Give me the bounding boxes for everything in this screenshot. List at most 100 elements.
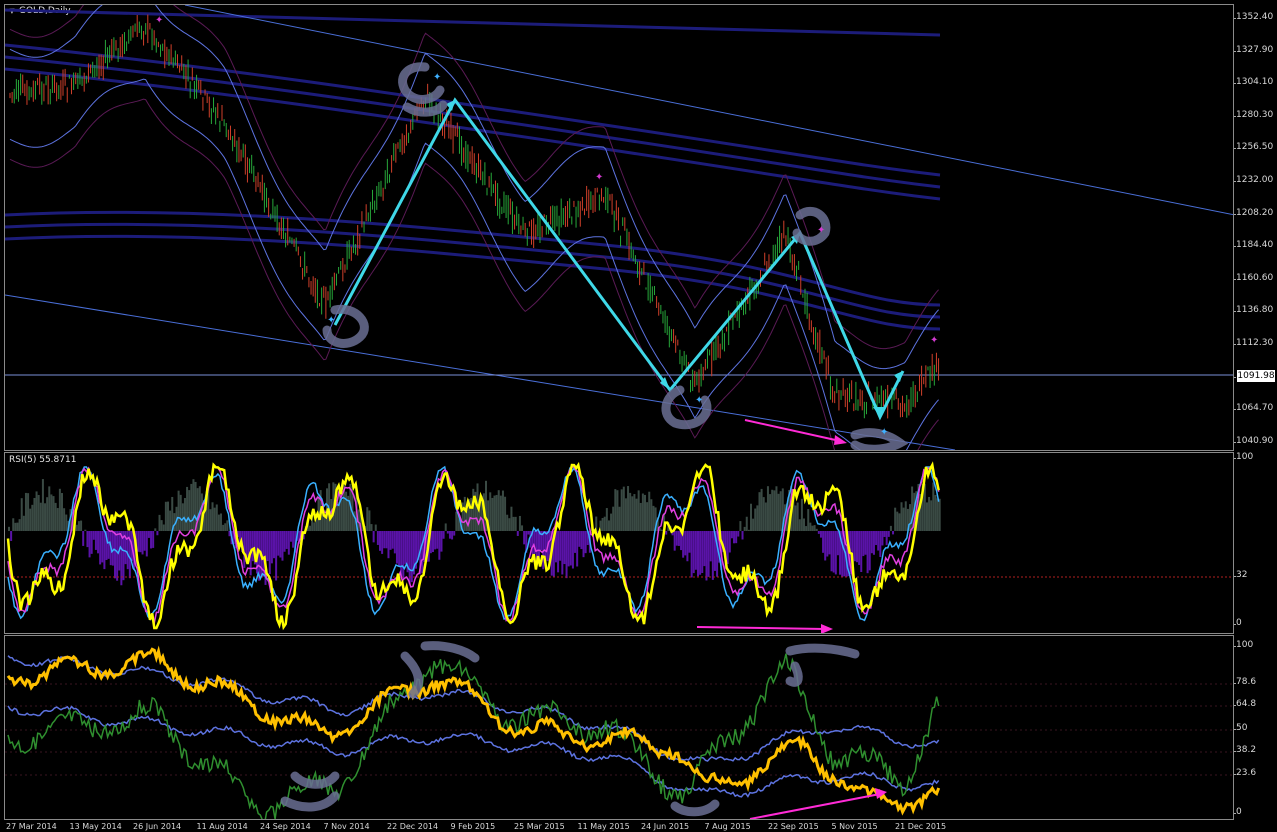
stoch-pane[interactable]	[4, 635, 1234, 820]
rsi-histogram-bar	[807, 509, 810, 531]
rsi-histogram-bar	[504, 496, 507, 531]
rsi-histogram-bar	[747, 529, 750, 531]
rsi-histogram-bar	[646, 502, 649, 531]
rsi-pane[interactable]: RSI(5) 55.8711	[4, 452, 1234, 634]
pen-mark	[785, 643, 860, 659]
rsi-histogram-bar	[697, 531, 699, 577]
rsi-histogram-bar	[56, 508, 59, 531]
rsi-histogram-bar	[660, 529, 663, 531]
pen-mark	[670, 799, 720, 817]
signal-marker: ✦	[155, 15, 163, 26]
rsi-histogram-bar	[819, 531, 822, 538]
rsi-histogram-bar	[866, 531, 869, 574]
rsi-histogram-bar	[345, 491, 348, 531]
rsi-histogram-bar	[213, 507, 216, 531]
rsi-histogram-bar	[885, 531, 888, 546]
rsi-histogram-bar	[61, 493, 63, 531]
rsi-histogram-bar	[711, 531, 714, 580]
rsi-histogram-bar	[559, 531, 562, 561]
rsi-histogram-bar	[508, 518, 511, 531]
date-tick: 13 May 2014	[69, 822, 122, 831]
rsi-histogram-bar	[754, 508, 757, 531]
price-axis-tick: 1256.50	[1234, 142, 1274, 153]
rsi-histogram-bar	[605, 508, 608, 531]
date-tick: 5 Nov 2015	[831, 822, 878, 831]
rsi-histogram-bar	[374, 524, 377, 531]
price-axis-tick: 1208.20	[1234, 207, 1274, 218]
rsi-histogram-bar	[37, 494, 40, 531]
rsi-histogram-bar	[48, 486, 51, 531]
rsi-histogram-bar	[824, 531, 827, 561]
rsi-histogram-bar	[287, 531, 290, 555]
rsi-histogram-bar	[578, 531, 581, 547]
price-axis-tick: 1040.90	[1234, 435, 1274, 446]
rsi-histogram-bar	[275, 531, 278, 581]
rsi-histogram-bar	[385, 531, 388, 549]
rsi-histogram-bar	[832, 531, 835, 573]
price-axis-tick: 1352.40	[1234, 12, 1274, 22]
rsi-histogram-bar	[281, 531, 284, 561]
rsi-histogram-bar	[773, 490, 776, 531]
rsi-histogram-bar	[495, 494, 498, 531]
rsi-histogram-bar	[497, 490, 500, 531]
rsi-histogram-bar	[436, 531, 439, 549]
rsi-histogram-bar	[631, 496, 634, 531]
rsi-histogram-bar	[809, 522, 812, 531]
price-axis-tick: 1064.70	[1234, 403, 1274, 414]
rsi-histogram-bar	[277, 531, 280, 556]
rsi-histogram-bar	[188, 490, 191, 531]
rsi-histogram-bar	[217, 514, 220, 531]
rsi-histogram-bar	[815, 528, 818, 531]
rsi-histogram-bar	[506, 514, 509, 531]
rsi-histogram-bar	[22, 515, 25, 531]
rsi-histogram-bar	[853, 531, 856, 562]
rsi-histogram-bar	[635, 498, 638, 531]
rsi-histogram-bar	[44, 503, 47, 531]
rsi-histogram-bar	[930, 500, 933, 531]
stoch-chart-canvas[interactable]	[5, 636, 1234, 820]
rsi-histogram-bar	[395, 531, 398, 564]
stoch-axis-tick: 0	[1234, 807, 1242, 817]
rsi-histogram-bar	[432, 531, 434, 553]
rsi-histogram-bar	[491, 497, 494, 531]
rsi-histogram-bar	[84, 529, 87, 531]
rsi-histogram-bar	[673, 531, 676, 551]
date-tick: 22 Dec 2014	[387, 822, 439, 831]
rsi-histogram-bar	[24, 492, 27, 531]
rsi-histogram-bar	[771, 489, 774, 531]
rsi-histogram-bar	[251, 531, 254, 562]
rsi-histogram-bar	[904, 501, 907, 531]
rsi-histogram-bar	[629, 492, 632, 531]
rsi-histogram-bar	[705, 531, 708, 581]
rsi-histogram-bar	[309, 525, 312, 531]
rsi-histogram-bar	[584, 531, 587, 554]
rsi-histogram-bar	[684, 531, 687, 556]
price-pane[interactable]: ▼ GOLD,Daily ✦ ✦ ✦ ✦ ✦ ✦ ✦ ✦	[4, 4, 1234, 451]
rsi-histogram-bar	[779, 491, 782, 531]
stoch-axis-tick: 100	[1234, 640, 1254, 650]
rsi-histogram-bar	[268, 531, 271, 575]
rsi-histogram-bar	[624, 498, 627, 531]
rsi-histogram-bar	[398, 531, 401, 566]
rsi-histogram-bar	[489, 492, 492, 531]
rsi-histogram-bar	[883, 531, 886, 537]
rsi-histogram-bar	[798, 519, 801, 531]
stoch-axis-tick: 64.8	[1234, 699, 1257, 709]
price-axis-tick: 1136.80	[1234, 305, 1274, 316]
price-chart-canvas[interactable]: ✦ ✦ ✦ ✦ ✦ ✦ ✦ ✦	[5, 5, 1234, 451]
rsi-histogram-bar	[222, 524, 225, 531]
date-tick: 26 Jun 2014	[133, 822, 182, 831]
rsi-histogram-bar	[739, 521, 742, 531]
rsi-histogram-bar	[103, 531, 106, 570]
rsi-histogram-bar	[77, 521, 80, 531]
rsi-histogram-bar	[641, 493, 644, 531]
price-axis-tick: 1184.40	[1234, 240, 1274, 251]
rsi-histogram-bar	[111, 531, 114, 566]
rsi-histogram-bar	[862, 531, 865, 557]
rsi-histogram-bar	[279, 531, 282, 558]
rsi-histogram-bar	[215, 504, 218, 531]
rsi-histogram-bar	[925, 502, 928, 531]
rsi-chart-canvas[interactable]	[5, 453, 1234, 634]
stoch-axis-tick: 50	[1234, 723, 1248, 733]
rsi-histogram-bar	[709, 531, 712, 562]
